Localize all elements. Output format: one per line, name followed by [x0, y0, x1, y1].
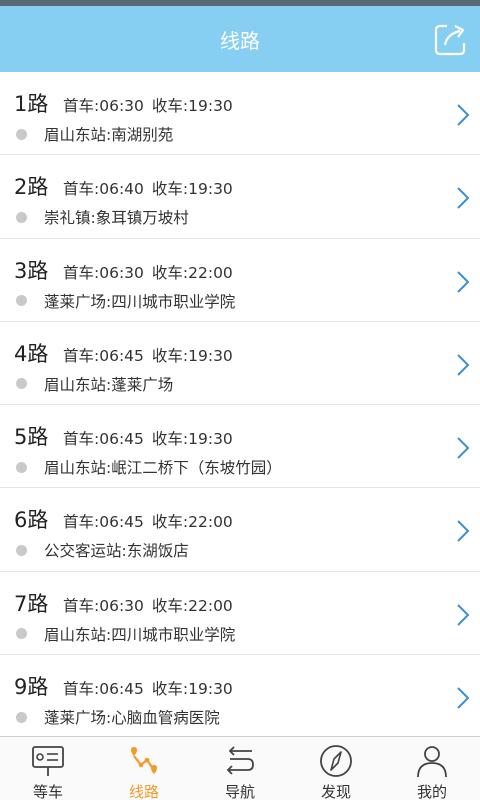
- route-terminals: 眉山东站:南湖别苑: [44, 126, 174, 144]
- route-row[interactable]: 4路 首车:06:45 收车:19:30 眉山东站:蓬莱广场: [0, 322, 480, 406]
- stop-dot-icon: [16, 295, 27, 307]
- route-row[interactable]: 2路 首车:06:40 收车:19:30 崇礼镇:象耳镇万坡村: [0, 155, 480, 239]
- stop-dot-icon: [16, 211, 27, 223]
- chevron-right-icon: [457, 520, 470, 543]
- route-name: 7路: [14, 591, 49, 616]
- route-terminals: 崇礼镇:象耳镇万坡村: [44, 209, 189, 228]
- stop-dot-icon: [16, 378, 27, 390]
- route-terminals: 公交客运站:东湖饭店: [44, 542, 189, 561]
- stop-dot-icon: [16, 544, 27, 556]
- chevron-right-icon: [457, 354, 470, 376]
- route-name: 1路: [14, 92, 49, 116]
- bus-stop-icon: [32, 746, 64, 776]
- stop-dot-icon: [16, 128, 27, 140]
- tab-label: 我的: [416, 783, 447, 800]
- first-bus-time: 首车:06:40: [63, 180, 144, 199]
- last-bus-time: 收车:22:00: [151, 513, 233, 532]
- route-terminals: 蓬莱广场:四川城市职业学院: [44, 292, 236, 311]
- last-bus-time: 收车:19:30: [151, 680, 233, 699]
- route-list: 1路 首车:06:30 收车:19:30 眉山东站:南湖别苑 2路 首车:06:4…: [0, 72, 480, 735]
- navigation-icon: [226, 746, 254, 775]
- route-name: 9路: [14, 675, 49, 700]
- last-bus-time: 收车:22:00: [151, 263, 233, 282]
- last-bus-time: 收车:19:30: [151, 346, 233, 365]
- compass-icon: [320, 745, 352, 777]
- tab-label: 等车: [32, 783, 63, 800]
- chevron-right-icon: [457, 687, 470, 709]
- route-terminals: 蓬莱广场:心脑血管病医院: [44, 709, 220, 728]
- route-name: 6路: [14, 508, 49, 533]
- share-button[interactable]: [432, 20, 470, 58]
- page-title: 线路: [220, 28, 260, 53]
- route-name: 2路: [14, 175, 49, 200]
- route-row[interactable]: 3路 首车:06:30 收车:22:00 蓬莱广场:四川城市职业学院: [0, 239, 480, 322]
- chevron-right-icon: [457, 270, 470, 293]
- chevron-right-icon: [457, 437, 470, 459]
- first-bus-time: 首车:06:45: [63, 513, 144, 532]
- first-bus-time: 首车:06:45: [63, 430, 144, 449]
- first-bus-time: 首车:06:45: [63, 346, 144, 365]
- first-bus-time: 首车:06:30: [63, 97, 144, 115]
- app-header: 线路: [0, 6, 480, 72]
- route-row[interactable]: 6路 首车:06:45 收车:22:00 公交客运站:东湖饭店: [0, 488, 480, 572]
- first-bus-time: 首车:06:30: [63, 596, 144, 615]
- tab-wait-bus[interactable]: 等车: [0, 737, 96, 800]
- chevron-right-icon: [457, 604, 470, 626]
- route-row[interactable]: 5路 首车:06:45 收车:19:30 眉山东站:岷江二桥下（东坡竹园）: [0, 405, 480, 489]
- bottom-tab-bar: 等车 线路 导航 发现 我的: [0, 736, 480, 800]
- tab-discover[interactable]: 发现: [288, 737, 384, 800]
- route-name: 3路: [14, 258, 49, 283]
- chevron-right-icon: [457, 104, 470, 126]
- route-row[interactable]: 9路 首车:06:45 收车:19:30 蓬莱广场:心脑血管病医院: [0, 655, 480, 735]
- first-bus-time: 首车:06:45: [63, 680, 144, 699]
- route-name: 4路: [14, 341, 49, 366]
- chevron-right-icon: [457, 187, 470, 210]
- route-icon: [131, 747, 157, 774]
- tab-label: 线路: [128, 783, 159, 800]
- last-bus-time: 收车:19:30: [151, 430, 233, 449]
- tab-label: 导航: [224, 783, 255, 800]
- last-bus-time: 收车:22:00: [151, 596, 233, 615]
- stop-dot-icon: [16, 711, 27, 723]
- share-icon: [434, 24, 466, 56]
- tab-navigation[interactable]: 导航: [192, 737, 288, 800]
- stop-dot-icon: [16, 628, 27, 640]
- profile-icon: [417, 746, 447, 778]
- first-bus-time: 首车:06:30: [63, 263, 144, 282]
- last-bus-time: 收车:19:30: [151, 97, 233, 115]
- route-terminals: 眉山东站:蓬莱广场: [44, 375, 174, 394]
- route-terminals: 眉山东站:四川城市职业学院: [44, 625, 236, 644]
- route-row[interactable]: 1路 首车:06:30 收车:19:30 眉山东站:南湖别苑: [0, 72, 480, 156]
- tab-routes[interactable]: 线路: [96, 737, 192, 800]
- last-bus-time: 收车:19:30: [151, 180, 233, 199]
- tab-mine[interactable]: 我的: [384, 737, 480, 800]
- route-terminals: 眉山东站:岷江二桥下（东坡竹园）: [44, 459, 282, 478]
- stop-dot-icon: [16, 461, 27, 473]
- tab-label: 发现: [320, 783, 351, 800]
- route-row[interactable]: 7路 首车:06:30 收车:22:00 眉山东站:四川城市职业学院: [0, 572, 480, 656]
- route-name: 5路: [14, 425, 49, 450]
